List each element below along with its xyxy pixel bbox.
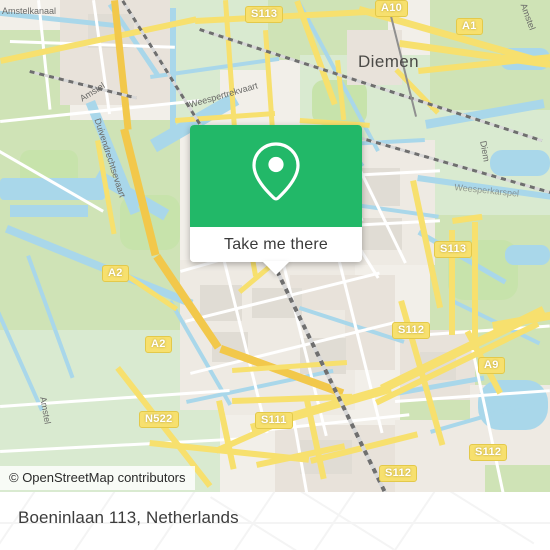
water-label-duivendrechtsevaart: Duivendrechtsevaart	[92, 117, 128, 199]
water-label-amstelkanaal: Amstelkanaal	[2, 6, 57, 16]
map-pin-icon	[248, 140, 304, 213]
popup-card-header	[190, 125, 362, 227]
water-label-amstel-northeast: Amstel	[518, 2, 538, 32]
road-shield-s113-east[interactable]: S113	[434, 241, 473, 258]
road-shield-s113-north[interactable]: S113	[245, 6, 284, 23]
popup-card-pointer	[262, 261, 290, 275]
map-screenshot: Diemen Amstelkanaal Amstel Duivendrechts…	[0, 0, 550, 550]
water-label-weespertrekvaart: Weespertrekvaart	[188, 80, 259, 110]
take-me-there-label: Take me there	[224, 235, 328, 253]
water-label-diem: Diem	[478, 140, 492, 163]
road-shield-a2-south[interactable]: A2	[145, 336, 172, 353]
road-shield-s111[interactable]: S111	[255, 412, 293, 429]
road-shield-s112-east[interactable]: S112	[392, 322, 431, 339]
road-shield-n522[interactable]: N522	[139, 411, 179, 428]
water-label-amstel-south: Amstel	[38, 396, 53, 425]
water-label-amstel-west: Amstel	[78, 80, 107, 104]
location-popup-card[interactable]: Take me there	[190, 125, 362, 275]
osm-attribution[interactable]: © OpenStreetMap contributors	[0, 466, 195, 490]
location-title: Boeninlaan 113, Netherlands	[18, 508, 239, 527]
map-canvas[interactable]: Diemen Amstelkanaal Amstel Duivendrechts…	[0, 0, 550, 492]
road-shield-s112-southeast[interactable]: S112	[469, 444, 508, 461]
city-label-diemen: Diemen	[358, 52, 419, 71]
road-shield-a9[interactable]: A9	[478, 357, 505, 374]
popup-card-body: Take me there	[190, 125, 362, 262]
road-shield-s112-south[interactable]: S112	[379, 465, 418, 482]
water-label-weesperkarspel: Weesperkarspel	[453, 182, 520, 199]
road-shield-a2-north[interactable]: A2	[102, 265, 129, 282]
road-shield-a1[interactable]: A1	[456, 18, 483, 35]
road-shield-a10[interactable]: A10	[375, 0, 409, 17]
take-me-there-button[interactable]: Take me there	[190, 227, 362, 262]
